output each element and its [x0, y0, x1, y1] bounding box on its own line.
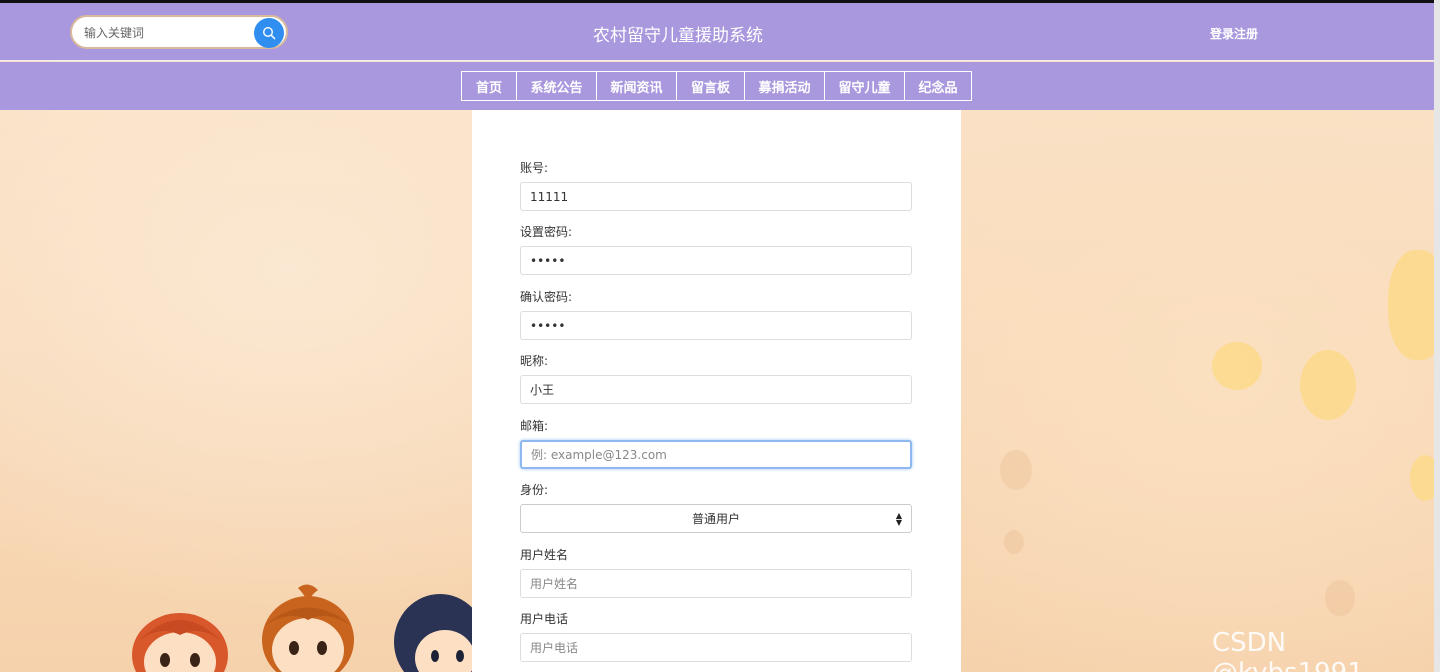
- decor-blob: [1000, 450, 1032, 490]
- nav-item-fundraising[interactable]: 募捐活动: [745, 72, 825, 100]
- confirm-password-field: 确认密码:: [520, 289, 912, 340]
- decor-blob: [1212, 342, 1262, 390]
- account-label: 账号:: [520, 161, 549, 175]
- decor-blob: [1388, 250, 1440, 360]
- nav-item-news[interactable]: 新闻资讯: [597, 72, 677, 100]
- password-label: 设置密码:: [520, 225, 573, 239]
- username-label: 用户姓名: [520, 548, 569, 562]
- decor-blob: [1004, 530, 1024, 554]
- account-input[interactable]: [520, 182, 912, 211]
- email-input[interactable]: [520, 440, 912, 469]
- phone-input[interactable]: [520, 633, 912, 662]
- phone-field: 用户电话: [520, 611, 912, 662]
- scrollbar[interactable]: [1434, 0, 1440, 672]
- role-select-value: 普通用户: [691, 512, 740, 526]
- confirm-password-input[interactable]: [520, 311, 912, 340]
- email-label: 邮箱:: [520, 419, 549, 433]
- email-field: 邮箱:: [520, 418, 912, 469]
- confirm-password-label: 确认密码:: [520, 290, 573, 304]
- decor-blob: [1325, 580, 1355, 616]
- role-select[interactable]: 普通用户 ▲ ▼: [520, 504, 912, 533]
- role-label: 身份:: [520, 483, 549, 497]
- site-title: 农村留守儿童援助系统: [593, 26, 763, 46]
- children-illustration: [132, 584, 480, 672]
- phone-label: 用户电话: [520, 612, 569, 626]
- nav-item-home[interactable]: 首页: [462, 72, 517, 100]
- role-field: 身份: 普通用户 ▲ ▼: [520, 482, 912, 533]
- nav-item-message-board[interactable]: 留言板: [677, 72, 745, 100]
- nickname-field: 昵称:: [520, 353, 912, 404]
- login-register-link[interactable]: 登录注册: [1210, 25, 1258, 42]
- username-input[interactable]: [520, 569, 912, 598]
- account-field: 账号:: [520, 160, 912, 211]
- nickname-label: 昵称:: [520, 354, 549, 368]
- nav-item-souvenirs[interactable]: 纪念品: [905, 72, 971, 100]
- nav-item-left-behind-children[interactable]: 留守儿童: [825, 72, 905, 100]
- main-nav: 首页 系统公告 新闻资讯 留言板 募捐活动 留守儿童 纪念品: [461, 71, 972, 101]
- watermark: CSDN @kybs1991: [1212, 628, 1364, 672]
- nav-item-announcements[interactable]: 系统公告: [517, 72, 597, 100]
- password-input[interactable]: [520, 246, 912, 275]
- site-header: 农村留守儿童援助系统 登录注册: [0, 3, 1440, 61]
- nickname-input[interactable]: [520, 375, 912, 404]
- decor-blob: [1300, 350, 1356, 420]
- password-field: 设置密码:: [520, 224, 912, 275]
- updown-arrows-icon: ▲ ▼: [895, 511, 902, 527]
- main-nav-bar: 首页 系统公告 新闻资讯 留言板 募捐活动 留守儿童 纪念品: [0, 62, 1440, 110]
- username-field: 用户姓名: [520, 547, 912, 598]
- register-form-panel: 账号: 设置密码: 确认密码: 昵称: 邮箱: 身份: 普通用户 ▲▼ 用户姓名…: [472, 110, 961, 672]
